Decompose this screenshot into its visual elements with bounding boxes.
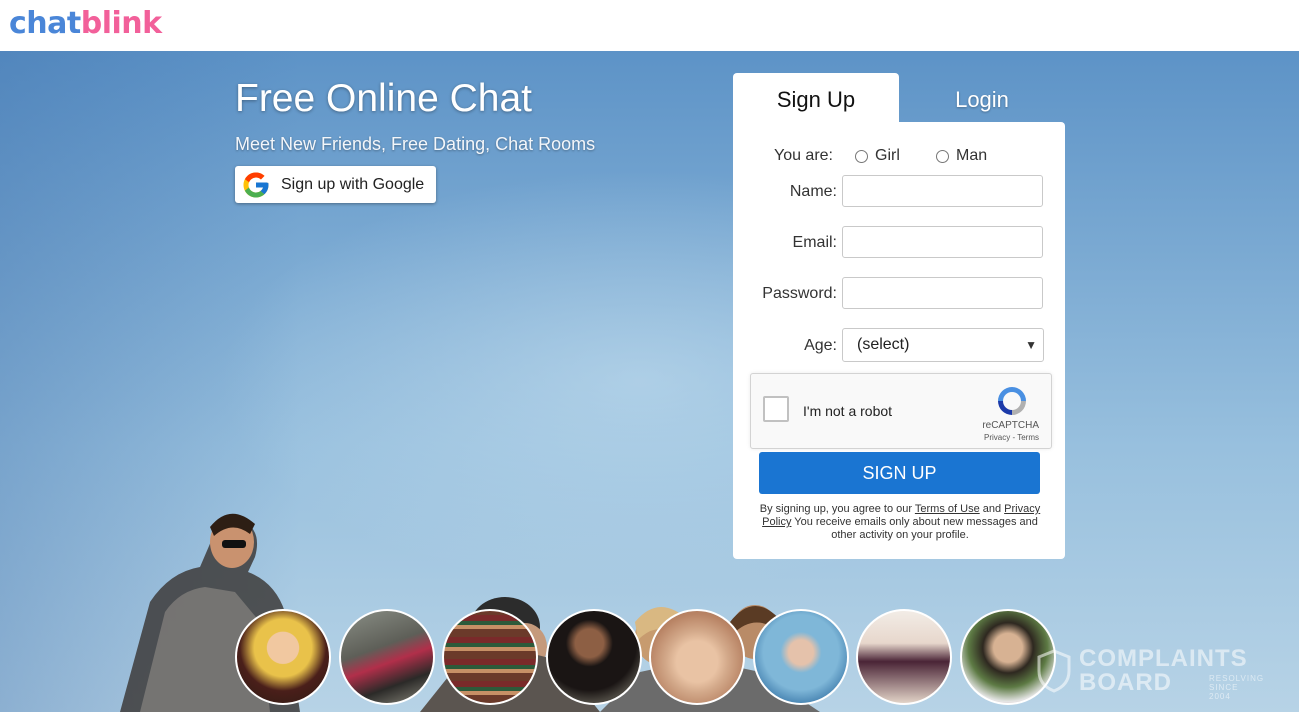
- tab-login[interactable]: Login: [899, 73, 1065, 123]
- signup-form-panel: You are: Girl Man Name: Email: Password:…: [733, 122, 1065, 559]
- gender-girl-label[interactable]: Girl: [875, 147, 900, 165]
- member-avatar[interactable]: [753, 609, 849, 705]
- legal-prefix: By signing up, you agree to our: [759, 503, 915, 515]
- member-avatar[interactable]: [442, 609, 538, 705]
- watermark-tag2: SINCE 2004: [1209, 683, 1239, 701]
- complaints-board-watermark: COMPLAINTS BOARD RESOLVING SINCE 2004: [1037, 645, 1263, 701]
- recaptcha-icon: [998, 387, 1026, 415]
- member-avatar[interactable]: [856, 609, 952, 705]
- page-title: Free Online Chat: [235, 77, 532, 120]
- member-avatar[interactable]: [649, 609, 745, 705]
- terms-of-use-link[interactable]: Terms of Use: [915, 503, 980, 515]
- you-are-label: You are:: [773, 147, 833, 164]
- recaptcha-links[interactable]: Privacy - Terms: [984, 433, 1039, 442]
- password-label: Password:: [762, 285, 837, 302]
- sign-up-button[interactable]: SIGN UP: [759, 452, 1040, 494]
- name-field[interactable]: [842, 175, 1043, 207]
- name-label: Name:: [789, 183, 837, 200]
- age-label: Age:: [804, 337, 837, 354]
- google-signup-label: Sign up with Google: [281, 175, 425, 193]
- email-field[interactable]: [842, 226, 1043, 258]
- shield-icon: [1037, 649, 1071, 693]
- age-select-value: (select): [857, 336, 910, 353]
- member-avatar[interactable]: [235, 609, 331, 705]
- email-label: Email:: [792, 234, 837, 251]
- chevron-down-icon: ▼: [1025, 338, 1037, 352]
- watermark-tag1: RESOLVING: [1209, 674, 1265, 683]
- logo-text-blink: blink: [80, 6, 162, 41]
- logo-text-chat: chat: [9, 6, 81, 41]
- watermark-line2: BOARD: [1079, 669, 1172, 696]
- watermark-line1: COMPLAINTS: [1079, 645, 1248, 672]
- member-avatar[interactable]: [339, 609, 435, 705]
- member-avatar[interactable]: [546, 609, 642, 705]
- legal-suffix: You receive emails only about new messag…: [791, 516, 1038, 541]
- chatblink-logo[interactable]: chatblink: [9, 5, 162, 43]
- page-subtitle: Meet New Friends, Free Dating, Chat Room…: [235, 134, 596, 154]
- hero-section: Free Online Chat Meet New Friends, Free …: [0, 51, 1299, 712]
- google-signup-button[interactable]: Sign up with Google: [235, 166, 436, 203]
- top-bar: chatblink: [0, 0, 1299, 52]
- password-field[interactable]: [842, 277, 1043, 309]
- gender-girl-radio[interactable]: [855, 150, 868, 163]
- tab-sign-up[interactable]: Sign Up: [733, 73, 899, 123]
- age-select[interactable]: (select) ▼: [842, 328, 1044, 362]
- recaptcha-widget: I'm not a robot reCAPTCHA Privacy - Term…: [750, 373, 1052, 449]
- recaptcha-checkbox[interactable]: [763, 396, 789, 422]
- legal-notice: By signing up, you agree to our Terms of…: [755, 503, 1045, 542]
- gender-man-radio[interactable]: [936, 150, 949, 163]
- recaptcha-brand: reCAPTCHA: [982, 420, 1039, 431]
- gender-man-label[interactable]: Man: [956, 147, 987, 165]
- google-icon: [243, 172, 269, 197]
- recaptcha-label: I'm not a robot: [803, 403, 893, 419]
- legal-and: and: [979, 503, 1005, 515]
